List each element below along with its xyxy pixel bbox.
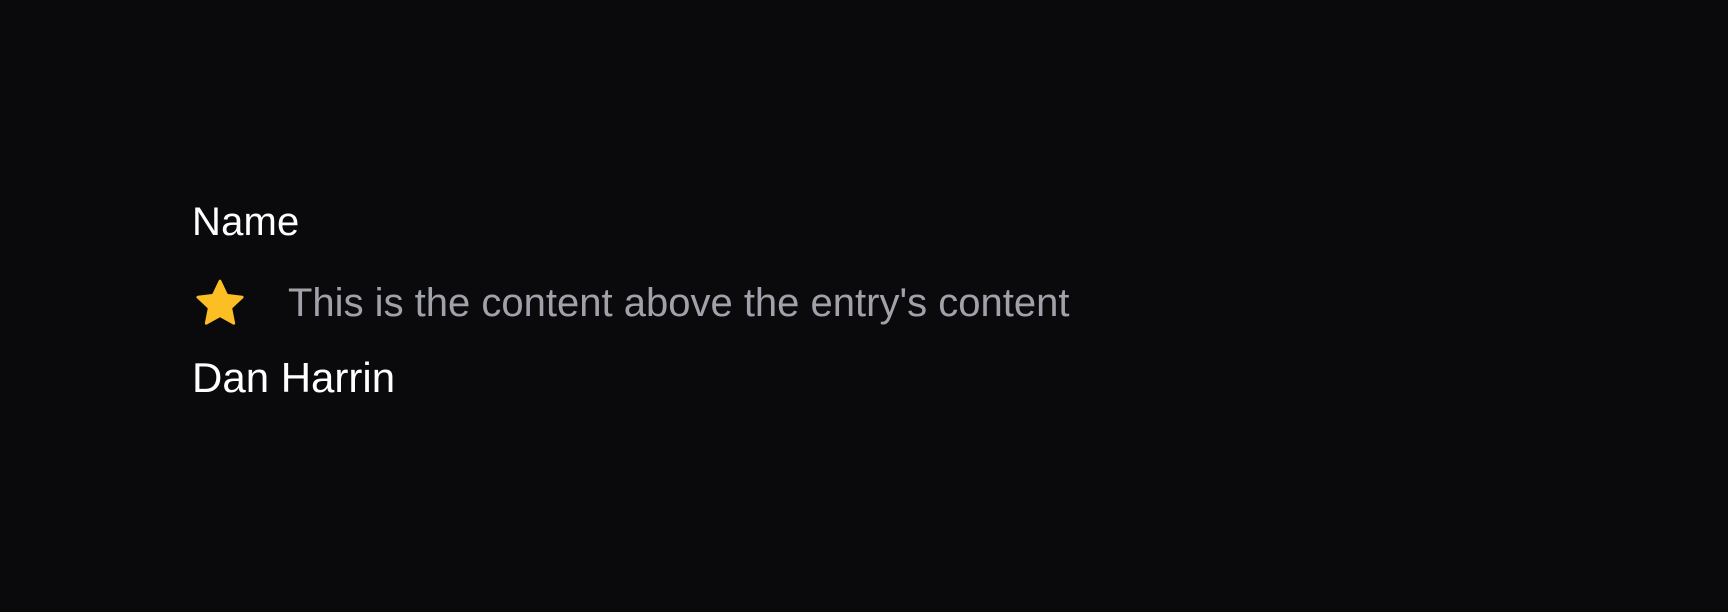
text-entry: Name This is the content above the entry… [192,196,1532,406]
above-content-text: This is the content above the entry's co… [288,281,1070,325]
entry-value: Dan Harrin [192,354,396,401]
above-content-row: This is the content above the entry's co… [192,274,1532,332]
star-icon [192,275,248,331]
entry-label: Name [192,200,300,244]
